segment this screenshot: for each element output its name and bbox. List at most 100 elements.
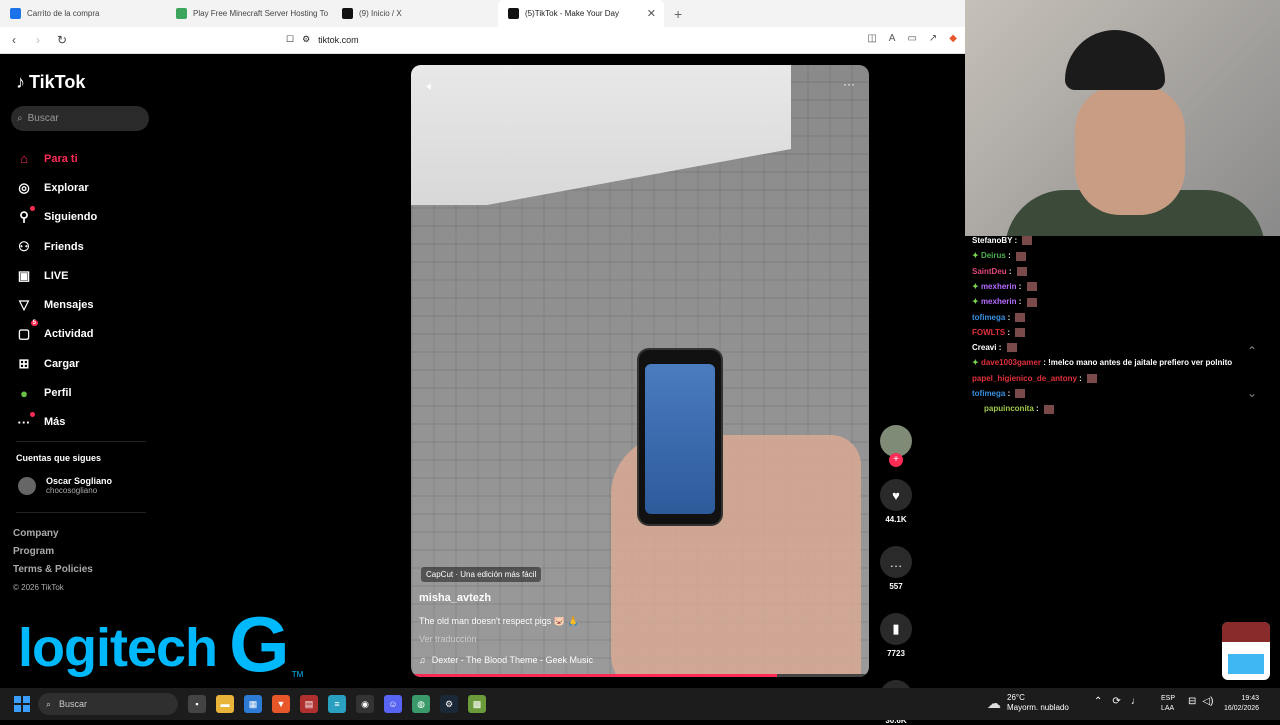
volume-icon[interactable]: 🔈︎ xyxy=(427,79,434,94)
chat-username[interactable]: mexherin xyxy=(981,282,1017,291)
chat-username[interactable]: SaintDeu xyxy=(972,267,1007,276)
more-options-icon[interactable]: ··· xyxy=(843,77,855,91)
mic-icon[interactable]: ♩ xyxy=(1131,696,1141,707)
chat-username[interactable]: dave1003gamer xyxy=(981,358,1041,367)
activity-badge: 5 xyxy=(30,320,38,327)
chat-username[interactable]: tofimega xyxy=(972,313,1005,322)
following-account[interactable]: Oscar Sogliano chocosogliano xyxy=(18,476,112,495)
sidebar-menu: ⌂ Para ti ◎ Explorar ⚲ Siguiendo ⚇ Friends ▣… xyxy=(16,144,98,437)
heart-icon[interactable]: ♥ xyxy=(880,479,912,511)
tab-x[interactable]: (9) Inicio / X xyxy=(332,0,498,27)
search-input[interactable]: ⌕ Buscar xyxy=(11,106,149,131)
bookmark-icon[interactable]: ☐ xyxy=(286,34,294,45)
shield-icon[interactable]: ◆ xyxy=(949,33,957,44)
sidebar-item-siguiendo[interactable]: ⚲ Siguiendo xyxy=(16,203,97,232)
language-indicator[interactable]: ESP LAA xyxy=(1161,694,1175,714)
chat-separator: : xyxy=(1016,297,1024,307)
reload-icon[interactable]: ↻ xyxy=(52,33,72,47)
app-icon[interactable]: ▤ xyxy=(300,695,318,713)
chat-emote-icon xyxy=(1043,404,1054,414)
browser-tab-bar: Carrito de la compra Play Free Minecraft… xyxy=(0,0,965,27)
music-info[interactable]: ♫ Dexter - The Blood Theme - Geek Music xyxy=(419,655,593,665)
footer-terms-link[interactable]: Terms & Policies xyxy=(13,561,93,579)
chat-message: papel_higienico_de_antony : xyxy=(972,374,1098,384)
sidebar-item-para-ti[interactable]: ⌂ Para ti xyxy=(16,144,97,173)
sidebar-item-explorar[interactable]: ◎ Explorar xyxy=(16,173,97,202)
steam-icon[interactable]: ⚙ xyxy=(440,695,458,713)
chevron-up-icon[interactable]: ⌃ xyxy=(1247,344,1257,358)
back-icon[interactable]: ‹ xyxy=(4,33,24,47)
brave-icon[interactable]: ▼ xyxy=(272,695,290,713)
save-action[interactable]: ▮ 7723 xyxy=(880,613,912,658)
globe-icon[interactable]: ◍ xyxy=(412,695,430,713)
site-info-icon[interactable]: ⚙ xyxy=(302,34,310,45)
translate-icon[interactable]: A xyxy=(889,33,896,44)
discord-icon[interactable]: ☺ xyxy=(384,695,402,713)
store-icon[interactable]: ▦ xyxy=(244,695,262,713)
chat-username[interactable]: papuinconita xyxy=(984,404,1034,413)
chat-username[interactable]: StefanoBY xyxy=(972,236,1012,245)
taskbar-search[interactable]: ⌕ Buscar xyxy=(38,693,178,715)
video-player[interactable]: 🔈︎ ··· CapCut · Una edición más fácil mi… xyxy=(411,65,869,677)
screen-icon[interactable]: ▭ xyxy=(907,33,916,44)
divider xyxy=(16,512,146,513)
taskview-icon[interactable]: ▪ xyxy=(188,695,206,713)
sidebar-footer: Company Program Terms & Policies © 2026 … xyxy=(13,525,93,597)
clock[interactable]: 19:43 16/02/2026 xyxy=(1224,694,1259,714)
chat-username[interactable]: Creavi xyxy=(972,343,996,352)
notes-icon[interactable]: ≡ xyxy=(328,695,346,713)
sidebar-item-actividad[interactable]: ▢ 5 Actividad xyxy=(16,320,97,349)
bookmark-icon[interactable]: ▮ xyxy=(880,613,912,645)
chat-message: StefanoBY : xyxy=(972,236,1033,246)
chat-emote-icon xyxy=(1087,374,1098,384)
chat-username[interactable]: tofimega xyxy=(972,389,1005,398)
comment-icon[interactable]: … xyxy=(880,546,912,578)
network-icon[interactable]: ⊟ xyxy=(1188,696,1196,707)
logitech-overlay-logo: logitech G TM xyxy=(18,600,304,688)
chat-username[interactable]: Deirus xyxy=(981,251,1006,260)
chat-username[interactable]: mexherin xyxy=(981,297,1017,306)
windows-start-icon[interactable] xyxy=(14,696,30,712)
chevron-down-icon[interactable]: ⌄ xyxy=(1247,386,1257,400)
tiktok-logo[interactable]: ♪ TikTok xyxy=(16,72,85,93)
sidebar-item-friends[interactable]: ⚇ Friends xyxy=(16,232,97,261)
chat-message: tofimega : xyxy=(972,313,1026,322)
capcut-tag[interactable]: CapCut · Una edición más fácil xyxy=(421,567,542,582)
tab-tiktok[interactable]: (5)TikTok - Make Your Day ✕ xyxy=(498,0,664,27)
reader-icon[interactable]: ◫ xyxy=(867,33,876,44)
minecraft-icon[interactable]: ▩ xyxy=(468,695,486,713)
close-tab-icon[interactable]: ✕ xyxy=(647,7,656,20)
comment-action[interactable]: … 557 xyxy=(880,546,912,591)
footer-company-link[interactable]: Company xyxy=(13,525,93,543)
volume-icon[interactable]: ◁) xyxy=(1202,696,1213,707)
explorer-icon[interactable]: ▬ xyxy=(216,695,234,713)
weather-widget[interactable]: ☁ 26°C Mayorm. nublado xyxy=(987,693,1069,713)
chat-username[interactable]: papel_higienico_de_antony xyxy=(972,374,1077,383)
sidebar-item-mensajes[interactable]: ▽ Mensajes xyxy=(16,290,97,319)
tab-carrito[interactable]: Carrito de la compra xyxy=(0,0,166,27)
like-action[interactable]: ♥ 44.1K xyxy=(880,479,912,524)
video-author[interactable]: misha_avtezh xyxy=(419,592,491,604)
chat-username[interactable]: FOWLTS xyxy=(972,328,1005,337)
forward-icon[interactable]: › xyxy=(28,33,48,47)
video-actions: + ♥44.1K …557 ▮7723 ➦30.6K xyxy=(879,425,913,725)
sidebar-item-mas[interactable]: ··· Más xyxy=(16,408,97,437)
share-icon[interactable]: ↗ xyxy=(929,33,937,44)
obs-icon[interactable]: ◉ xyxy=(356,695,374,713)
video-progress-bar[interactable] xyxy=(411,674,869,677)
following-section-title: Cuentas que sigues xyxy=(16,453,102,463)
translate-link[interactable]: Ver traducción xyxy=(419,634,477,644)
new-tab-icon[interactable]: + xyxy=(674,6,682,22)
tab-minecraft[interactable]: Play Free Minecraft Server Hosting To xyxy=(166,0,332,27)
sync-icon[interactable]: ⟳ xyxy=(1112,696,1120,707)
creator-avatar[interactable]: + xyxy=(880,425,912,467)
url-field[interactable]: ☐ ⚙ tiktok.com xyxy=(286,34,359,45)
sidebar-item-live[interactable]: ▣ LIVE xyxy=(16,261,97,290)
chat-message: tofimega : xyxy=(972,389,1026,399)
footer-program-link[interactable]: Program xyxy=(13,543,93,561)
follow-plus-icon[interactable]: + xyxy=(889,453,903,467)
chevron-up-icon[interactable]: ⌃ xyxy=(1094,696,1102,707)
sidebar-item-cargar[interactable]: ⊞ Cargar xyxy=(16,349,97,378)
sidebar-item-perfil[interactable]: ● Perfil xyxy=(16,378,97,407)
address-bar: ‹ › ↻ ☐ ⚙ tiktok.com ◫ A ▭ ↗ ◆ xyxy=(0,27,965,54)
